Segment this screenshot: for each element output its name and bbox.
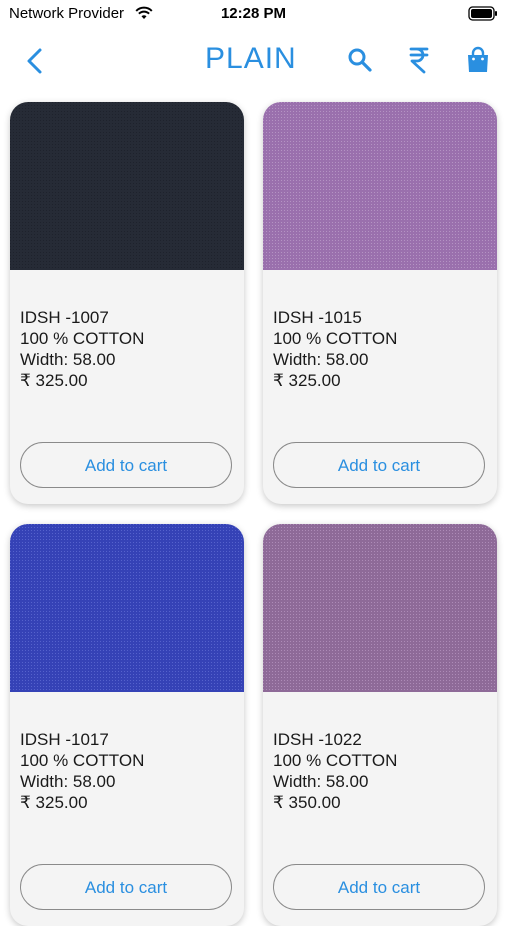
product-material: 100 % COTTON — [20, 751, 145, 770]
product-code: IDSH -1007 — [20, 308, 109, 327]
product-price: ₹ 350.00 — [273, 793, 341, 812]
product-info: IDSH -1015 100 % COTTON Width: 58.00 ₹ 3… — [273, 307, 397, 391]
fabric-swatch-image[interactable] — [263, 102, 497, 270]
add-to-cart-button[interactable]: Add to cart — [20, 442, 232, 488]
product-material: 100 % COTTON — [20, 329, 145, 348]
search-icon — [348, 48, 372, 72]
fabric-swatch-image[interactable] — [10, 102, 244, 270]
shopping-bag-icon — [468, 46, 488, 72]
product-info: IDSH -1007 100 % COTTON Width: 58.00 ₹ 3… — [20, 307, 144, 391]
add-to-cart-button[interactable]: Add to cart — [20, 864, 232, 910]
fabric-swatch-image[interactable] — [10, 524, 244, 692]
product-material: 100 % COTTON — [273, 751, 398, 770]
search-button[interactable] — [346, 46, 374, 74]
product-card[interactable]: IDSH -1022 100 % COTTON Width: 58.00 ₹ 3… — [263, 524, 497, 926]
product-price: ₹ 325.00 — [273, 371, 341, 390]
product-material: 100 % COTTON — [273, 329, 398, 348]
cart-button[interactable] — [464, 46, 492, 74]
product-card[interactable]: IDSH -1015 100 % COTTON Width: 58.00 ₹ 3… — [263, 102, 497, 504]
product-card[interactable]: IDSH -1017 100 % COTTON Width: 58.00 ₹ 3… — [10, 524, 244, 926]
product-width: Width: 58.00 — [20, 350, 116, 369]
product-code: IDSH -1017 — [20, 730, 109, 749]
add-to-cart-button[interactable]: Add to cart — [273, 864, 485, 910]
product-code: IDSH -1015 — [273, 308, 362, 327]
currency-button[interactable] — [405, 46, 433, 74]
page-title: PLAIN — [205, 42, 297, 75]
product-info: IDSH -1017 100 % COTTON Width: 58.00 ₹ 3… — [20, 729, 144, 813]
back-chevron-icon — [27, 48, 42, 74]
status-bar: Network Provider 12:28 PM — [0, 0, 507, 30]
product-price: ₹ 325.00 — [20, 371, 88, 390]
product-width: Width: 58.00 — [273, 772, 369, 791]
rupee-icon — [409, 47, 429, 74]
fabric-swatch-image[interactable] — [263, 524, 497, 692]
product-price: ₹ 325.00 — [20, 793, 88, 812]
add-to-cart-button[interactable]: Add to cart — [273, 442, 485, 488]
product-width: Width: 58.00 — [20, 772, 116, 791]
clock: 12:28 PM — [220, 5, 287, 22]
product-card[interactable]: IDSH -1007 100 % COTTON Width: 58.00 ₹ 3… — [10, 102, 244, 504]
battery-icon — [468, 6, 497, 21]
product-code: IDSH -1022 — [273, 730, 362, 749]
product-width: Width: 58.00 — [273, 350, 369, 369]
back-button[interactable] — [22, 46, 48, 76]
product-info: IDSH -1022 100 % COTTON Width: 58.00 ₹ 3… — [273, 729, 397, 813]
nav-bar: PLAIN — [0, 36, 507, 86]
